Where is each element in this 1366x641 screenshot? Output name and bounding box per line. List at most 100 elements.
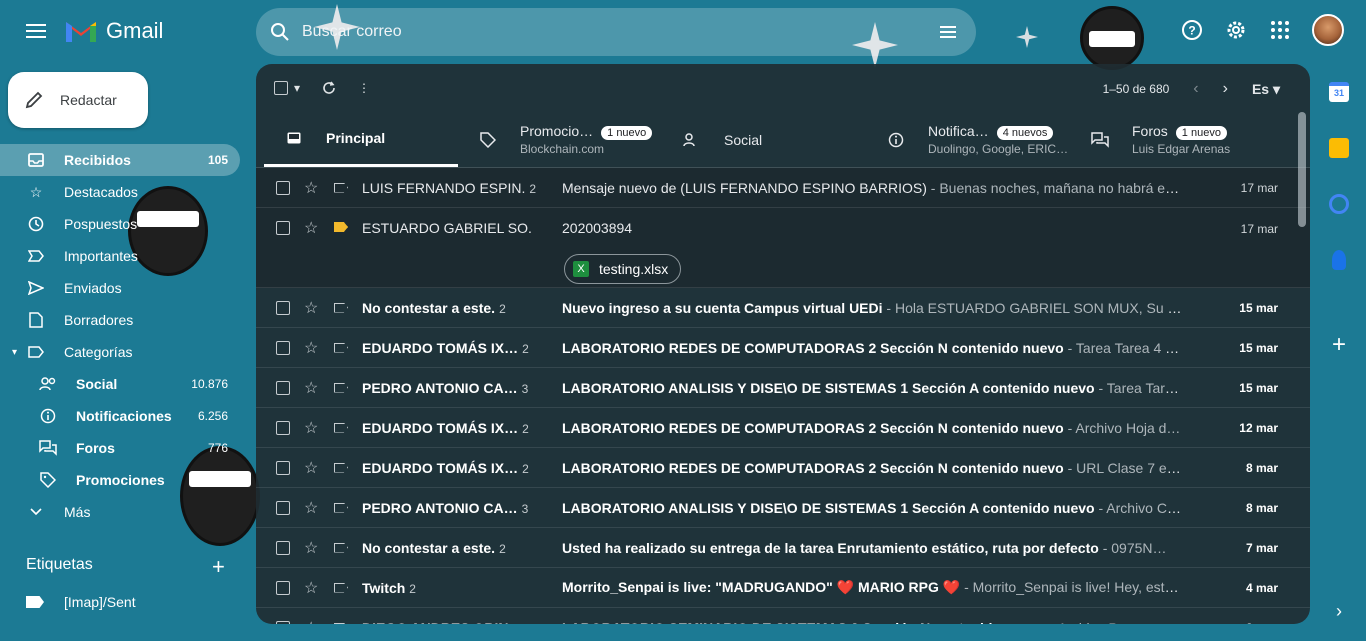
email-row[interactable]: ☆ LUIS FERNANDO ESPIN. 2 Mensaje nuevo de (…: [256, 168, 1310, 208]
star-icon[interactable]: ☆: [304, 578, 318, 598]
sidebar-item-promotions[interactable]: Promociones 5.152: [0, 464, 240, 496]
tab-title: Promocio…: [520, 123, 594, 139]
tab-forums[interactable]: Foros 1 nuevo Luis Edgar Arenas: [1070, 112, 1290, 167]
next-page-icon[interactable]: ›: [1223, 80, 1228, 98]
scrollbar[interactable]: [1298, 112, 1306, 227]
sidebar-item-more[interactable]: Más: [0, 496, 240, 528]
previous-page-icon[interactable]: ‹: [1193, 80, 1198, 98]
input-tools-button[interactable]: Es ▾: [1252, 81, 1280, 98]
mail-toolbar: ▾ ⋮ 1–50 de 680 ‹ › Es ▾: [256, 64, 1310, 112]
importance-marker-icon[interactable]: [334, 182, 348, 193]
inbox-icon: [284, 132, 304, 144]
account-avatar[interactable]: [1312, 14, 1344, 46]
sidebar-item-social[interactable]: Social 10.876: [0, 368, 240, 400]
tab-principal[interactable]: Principal: [264, 112, 458, 167]
search-icon[interactable]: [270, 22, 290, 42]
sidebar-item-important[interactable]: Importantes: [0, 240, 240, 272]
tasks-icon[interactable]: [1329, 194, 1349, 214]
apps-grid-icon[interactable]: [1268, 18, 1292, 42]
tag-icon: [38, 470, 58, 490]
email-row[interactable]: ☆ Twitch 2 Morrito_Senpai is live: "MADRUGA…: [256, 568, 1310, 608]
row-checkbox[interactable]: [276, 340, 290, 355]
row-checkbox[interactable]: [276, 540, 290, 555]
add-addon-icon[interactable]: +: [1329, 333, 1349, 357]
email-row[interactable]: ☆ EDUARDO TOMÁS IX… 2 LABORATORIO REDES DE …: [256, 408, 1310, 448]
importance-marker-icon[interactable]: [334, 382, 348, 393]
more-options-icon[interactable]: ⋮: [358, 81, 370, 95]
tab-promotions[interactable]: Promocio… 1 nuevo Blockchain.com: [458, 112, 662, 167]
star-icon[interactable]: ☆: [304, 378, 318, 398]
sidebar-item-drafts[interactable]: Borradores: [0, 304, 240, 336]
importance-marker-icon[interactable]: [334, 342, 348, 353]
row-checkbox[interactable]: [276, 580, 290, 595]
row-checkbox[interactable]: [276, 300, 290, 315]
sidebar-item-starred[interactable]: ☆ Destacados: [0, 176, 240, 208]
compose-button[interactable]: Redactar: [8, 72, 148, 128]
search-input[interactable]: [302, 23, 902, 41]
importance-marker-icon[interactable]: [334, 502, 348, 513]
expand-panel-icon[interactable]: ›: [1329, 602, 1349, 622]
contacts-icon[interactable]: [1332, 250, 1346, 270]
star-icon[interactable]: ☆: [304, 538, 318, 558]
caret-down-icon[interactable]: ▾: [12, 347, 17, 358]
importance-marker-icon[interactable]: [334, 542, 348, 553]
row-checkbox[interactable]: [276, 500, 290, 515]
gmail-logo[interactable]: Gmail: [64, 18, 163, 44]
select-all-checkbox[interactable]: ▾: [274, 81, 300, 95]
keep-icon[interactable]: [1329, 138, 1349, 158]
star-icon[interactable]: ☆: [304, 298, 318, 318]
sidebar-item-notifications[interactable]: Notificaciones 6.256: [0, 400, 240, 432]
email-row[interactable]: ☆ No contestar a este. 2 Usted ha realizado…: [256, 528, 1310, 568]
importance-marker-icon[interactable]: [334, 222, 348, 232]
sidebar-item-forums[interactable]: Foros 776: [0, 432, 240, 464]
sidebar-item-categories[interactable]: ▾ Categorías: [0, 336, 240, 368]
email-date: 15 mar: [1239, 300, 1278, 315]
add-label-icon[interactable]: +: [212, 554, 225, 580]
star-icon[interactable]: ☆: [304, 338, 318, 358]
star-icon[interactable]: ☆: [304, 618, 318, 625]
importance-marker-icon[interactable]: [334, 302, 348, 313]
main-menu-button[interactable]: [24, 20, 48, 44]
calendar-icon[interactable]: 31: [1329, 82, 1349, 102]
caret-down-icon[interactable]: ▾: [294, 81, 300, 95]
email-row[interactable]: ☆ PEDRO ANTONIO CA… 3 LABORATORIO ANALISIS …: [256, 488, 1310, 528]
sidebar-item-snoozed[interactable]: Pospuestos: [0, 208, 240, 240]
importance-marker-icon[interactable]: [334, 582, 348, 593]
row-checkbox[interactable]: [276, 380, 290, 395]
email-subject-snippet: Usted ha realizado su entrega de la tare…: [562, 540, 1182, 556]
search-options-icon[interactable]: [938, 22, 958, 42]
refresh-icon[interactable]: [322, 81, 336, 95]
row-checkbox[interactable]: [276, 620, 290, 624]
row-checkbox[interactable]: [276, 420, 290, 435]
email-subject: LABORATORIO REDES DE COMPUTADORAS 2 Secc…: [562, 419, 1064, 436]
sidebar-item-inbox[interactable]: Recibidos 105: [0, 144, 240, 176]
email-row[interactable]: ☆ ESTUARDO GABRIEL SO. 202003894 17 mar Xtes…: [256, 208, 1310, 288]
row-checkbox[interactable]: [276, 221, 290, 235]
attachment-chip[interactable]: Xtesting.xlsx: [564, 254, 682, 284]
importance-marker-icon[interactable]: [334, 462, 348, 473]
tab-social[interactable]: Social: [662, 112, 866, 167]
settings-gear-icon[interactable]: [1224, 18, 1248, 42]
email-row[interactable]: ☆ No contestar a este. 2 Nuevo ingreso a su…: [256, 288, 1310, 328]
sidebar-item-sent[interactable]: Enviados: [0, 272, 240, 304]
email-subject-snippet: LABORATORIO REDES DE COMPUTADORAS 2 Secc…: [562, 460, 1182, 476]
star-icon[interactable]: ☆: [304, 178, 318, 198]
email-row[interactable]: ☆ EDUARDO TOMÁS IX… 2 LABORATORIO REDES DE …: [256, 328, 1310, 368]
importance-marker-icon[interactable]: [334, 422, 348, 433]
star-icon[interactable]: ☆: [304, 418, 318, 438]
email-row[interactable]: ☆ EDUARDO TOMÁS IX… 2 LABORATORIO REDES DE …: [256, 448, 1310, 488]
row-checkbox[interactable]: [276, 180, 290, 195]
star-icon[interactable]: ☆: [304, 458, 318, 478]
email-row[interactable]: ☆ PEDRO ANTONIO CA… 3 LABORATORIO ANALISIS …: [256, 368, 1310, 408]
row-checkbox[interactable]: [276, 460, 290, 475]
help-icon[interactable]: ?: [1180, 18, 1204, 42]
tab-notifications[interactable]: Notifica… 4 nuevos Duolingo, Google, ERIC…: [866, 112, 1070, 167]
sidebar-item-label: Destacados: [64, 184, 138, 200]
label-item[interactable]: [Imap]/Sent: [26, 594, 136, 610]
email-row[interactable]: ☆ DIEGO ANDRES OBIN…2 LABORATORIO SEMINARI…: [256, 608, 1310, 624]
importance-marker-icon[interactable]: [334, 622, 348, 624]
chevron-down-icon: [26, 502, 46, 522]
star-icon[interactable]: ☆: [304, 218, 318, 238]
star-icon[interactable]: ☆: [304, 498, 318, 518]
search-bar[interactable]: [256, 8, 976, 56]
